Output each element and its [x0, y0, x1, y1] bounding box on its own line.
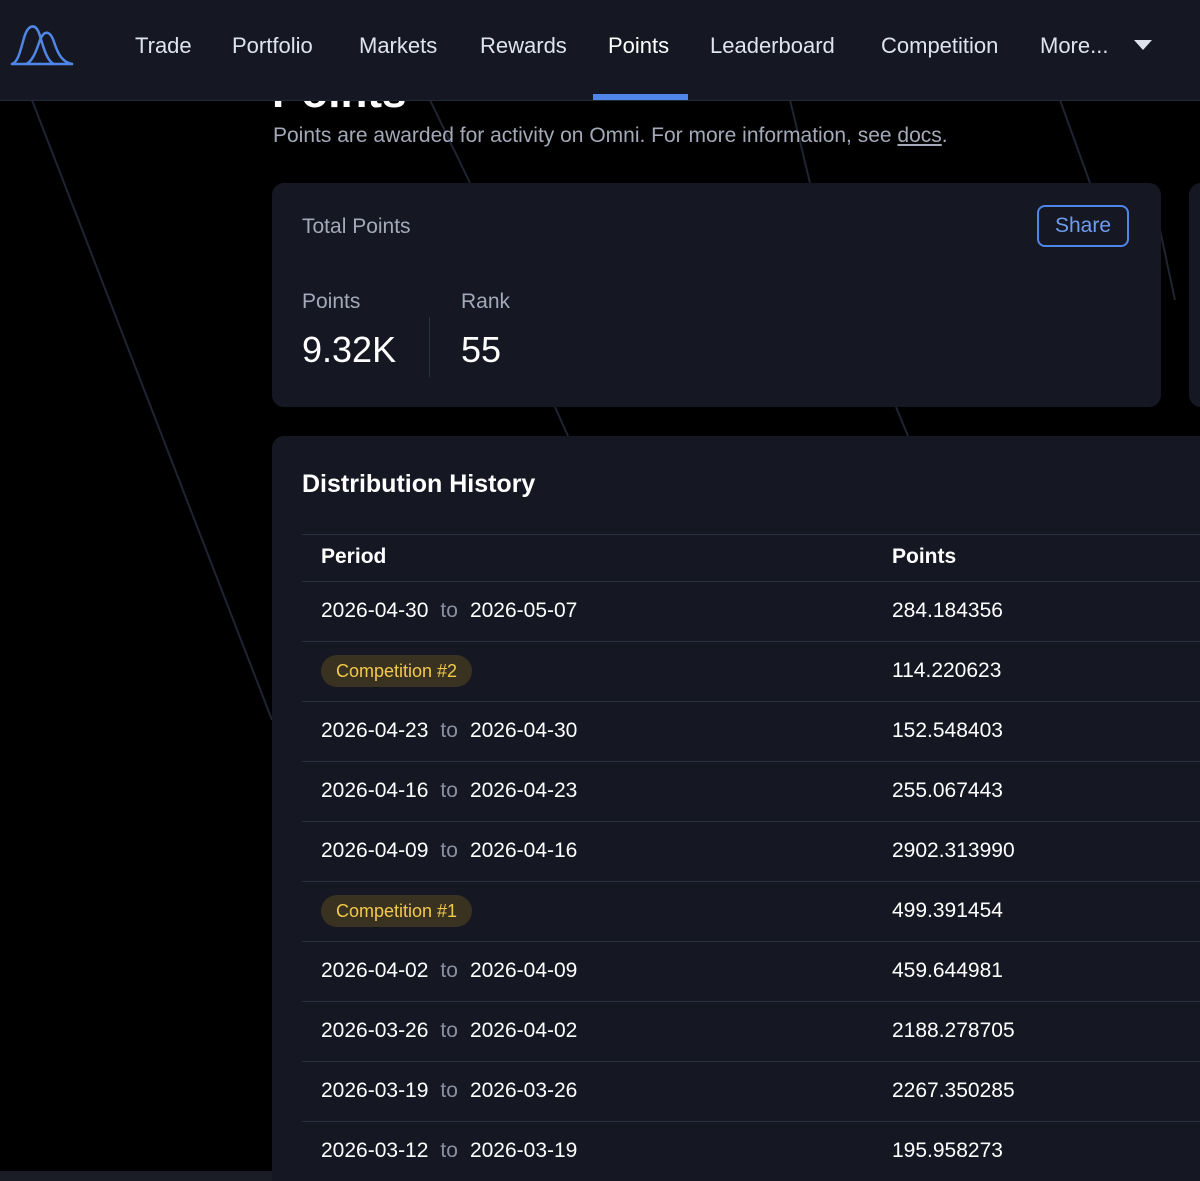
nav-item-more[interactable]: More...	[1040, 0, 1108, 100]
table-row: 2026-04-30 to 2026-05-07 284.184356	[302, 582, 1200, 642]
period-column-header: Period	[321, 545, 387, 568]
stat-divider	[429, 317, 430, 377]
period-start: 2026-04-23	[321, 719, 429, 742]
period-cell: 2026-03-26 to 2026-04-02	[321, 1019, 577, 1043]
points-cell: 2267.350285	[892, 1079, 1015, 1102]
table-row: 2026-04-02 to 2026-04-09 459.644981	[302, 942, 1200, 1002]
nav-item-markets[interactable]: Markets	[359, 0, 437, 100]
period-start: 2026-03-19	[321, 1079, 429, 1102]
period-end: 2026-05-07	[469, 599, 578, 622]
competition-badge: Competition #2	[321, 655, 473, 687]
points-cell: 152.548403	[892, 719, 1003, 742]
period-start: 2026-04-09	[321, 839, 429, 862]
period-cell: 2026-04-23 to 2026-04-30	[321, 719, 577, 743]
distribution-table: Period Points 2026-04-30 to 2026-05-07 284…	[302, 534, 1200, 1181]
points-page: Trade Portfolio Markets Rewards Points L…	[0, 0, 1200, 1181]
distribution-history-title: Distribution History	[302, 470, 536, 498]
period-cell: 2026-04-16 to 2026-04-23	[321, 779, 577, 803]
points-cell: 2188.278705	[892, 1019, 1015, 1042]
table-row: 2026-03-19 to 2026-03-26 2267.350285	[302, 1062, 1200, 1122]
rank-stat-value: 55	[461, 329, 502, 370]
nav-item-competition[interactable]: Competition	[881, 0, 998, 100]
period-cell: 2026-04-09 to 2026-04-16	[321, 839, 577, 863]
period-to: to	[440, 959, 458, 982]
period-to: to	[440, 719, 458, 742]
total-points-label: Total Points	[302, 215, 411, 238]
table-row: Competition #2 114.220623	[302, 642, 1200, 702]
points-stat-value: 9.32K	[302, 329, 397, 370]
table-row: 2026-04-16 to 2026-04-23 255.067443	[302, 762, 1200, 822]
nav-item-rewards[interactable]: Rewards	[480, 0, 567, 100]
period-end: 2026-04-23	[469, 779, 578, 802]
total-points-card: Total Points Share Points 9.32K Rank 55	[272, 183, 1161, 407]
period-to: to	[440, 779, 458, 802]
omni-logo-icon[interactable]	[10, 22, 74, 66]
page-subtitle: Points are awarded for activity on Omni.…	[273, 124, 948, 148]
points-cell: 195.958273	[892, 1139, 1003, 1162]
period-cell: 2026-04-30 to 2026-05-07	[321, 599, 577, 623]
period-end: 2026-04-30	[469, 719, 578, 742]
distribution-history-card: Distribution History Period Points 2026-…	[272, 436, 1200, 1181]
period-end: 2026-04-02	[469, 1019, 578, 1042]
competition-badge: Competition #1	[321, 895, 473, 927]
nav-item-portfolio[interactable]: Portfolio	[232, 0, 313, 100]
points-cell: 2902.313990	[892, 839, 1015, 862]
points-cell: 255.067443	[892, 779, 1003, 802]
share-button[interactable]: Share	[1037, 205, 1129, 247]
table-row: 2026-03-12 to 2026-03-19 195.958273	[302, 1122, 1200, 1181]
nav-item-trade[interactable]: Trade	[135, 0, 192, 100]
period-end: 2026-04-16	[469, 839, 578, 862]
period-start: 2026-03-26	[321, 1019, 429, 1042]
period-cell: 2026-04-02 to 2026-04-09	[321, 959, 577, 983]
period-end: 2026-03-19	[469, 1139, 578, 1162]
period-start: 2026-03-12	[321, 1139, 429, 1162]
table-row: 2026-04-23 to 2026-04-30 152.548403	[302, 702, 1200, 762]
subtitle-text: Points are awarded for activity on Omni.…	[273, 124, 898, 147]
table-row: 2026-03-26 to 2026-04-02 2188.278705	[302, 1002, 1200, 1062]
period-start: 2026-04-02	[321, 959, 429, 982]
points-cell: 499.391454	[892, 899, 1003, 922]
points-cell: 284.184356	[892, 599, 1003, 622]
page-title-container: Points	[272, 100, 572, 116]
table-row: 2026-04-09 to 2026-04-16 2902.313990	[302, 822, 1200, 882]
points-column-header: Points	[892, 545, 957, 568]
table-header: Period Points	[302, 534, 1200, 582]
period-to: to	[440, 1079, 458, 1102]
nav-item-points[interactable]: Points	[608, 0, 669, 100]
period-to: to	[440, 1019, 458, 1042]
period-to: to	[440, 839, 458, 862]
top-navigation: Trade Portfolio Markets Rewards Points L…	[0, 0, 1200, 101]
points-cell: 114.220623	[892, 659, 1002, 682]
period-start: 2026-04-30	[321, 599, 429, 622]
period-end: 2026-03-26	[469, 1079, 578, 1102]
rank-stat-label: Rank	[461, 290, 511, 313]
page-title: Points	[272, 100, 406, 116]
adjacent-card	[1189, 183, 1200, 407]
points-stat-label: Points	[302, 290, 361, 313]
period-start: 2026-04-16	[321, 779, 429, 802]
points-cell: 459.644981	[892, 959, 1003, 982]
period-cell: 2026-03-19 to 2026-03-26	[321, 1079, 577, 1103]
subtitle-end: .	[941, 124, 948, 147]
docs-link[interactable]: docs	[897, 124, 941, 147]
chevron-down-icon[interactable]	[1134, 40, 1152, 50]
period-end: 2026-04-09	[469, 959, 578, 982]
active-tab-indicator	[593, 94, 688, 100]
table-row: Competition #1 499.391454	[302, 882, 1200, 942]
period-to: to	[440, 599, 458, 622]
period-to: to	[440, 1139, 458, 1162]
nav-item-leaderboard[interactable]: Leaderboard	[710, 0, 835, 100]
period-cell: 2026-03-12 to 2026-03-19	[321, 1139, 577, 1163]
bottom-edge	[0, 1171, 272, 1181]
